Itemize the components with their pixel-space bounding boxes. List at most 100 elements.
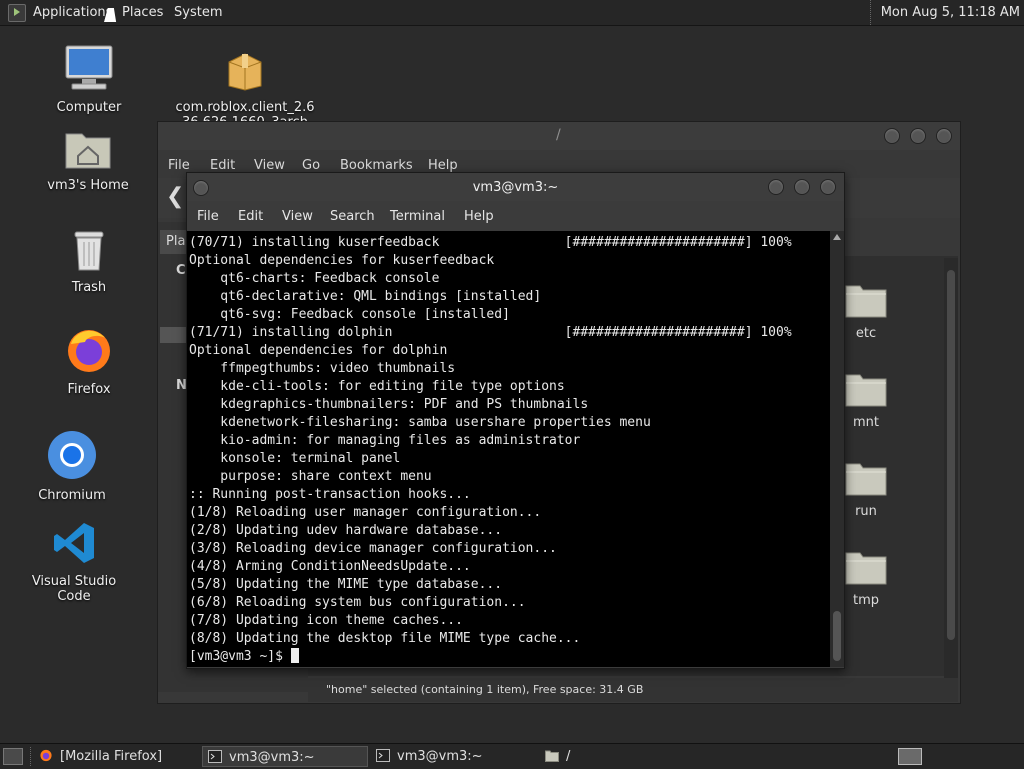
- package-icon: [228, 53, 262, 91]
- task-terminal-2[interactable]: vm3@vm3:~: [371, 746, 537, 767]
- terminal-line: (3/8) Reloading device manager configura…: [189, 541, 557, 556]
- task-firefox[interactable]: [Mozilla Firefox]: [34, 746, 198, 767]
- system-menu[interactable]: System: [174, 0, 222, 25]
- maximize-button[interactable]: [794, 179, 810, 195]
- sidebar-heading: C: [176, 263, 186, 278]
- desktop-icon-label: Visual Studio Code: [31, 574, 117, 604]
- terminal-text: (70/71) installing kuserfeedback [######…: [187, 231, 830, 666]
- menu-edit[interactable]: Edit: [238, 209, 263, 224]
- desktop-icon-roblox-package[interactable]: com.roblox.client_2.636.626.1660_3arch: [175, 50, 315, 122]
- minimize-button[interactable]: [768, 179, 784, 195]
- task-label: /: [566, 749, 571, 764]
- terminal-line: konsole: terminal panel: [189, 451, 401, 466]
- applications-menu[interactable]: Applications: [33, 0, 112, 25]
- scrollbar-thumb[interactable]: [947, 270, 955, 640]
- terminal-line: purpose: share context menu: [189, 469, 432, 484]
- terminal-scrollbar[interactable]: [830, 231, 844, 667]
- folder-icon: [845, 552, 887, 585]
- taskbar: [Mozilla Firefox] vm3@vm3:~ vm3@vm3:~ /: [0, 743, 1024, 769]
- terminal-line: kdegraphics-thumbnailers: PDF and PS thu…: [189, 397, 589, 412]
- desktop-icon-computer[interactable]: Computer: [44, 44, 134, 115]
- terminal-line: (6/8) Reloading system bus configuration…: [189, 595, 526, 610]
- text-cursor: [290, 648, 299, 663]
- desktop-icon-label: Computer: [56, 100, 122, 115]
- desktop-icon-trash[interactable]: Trash: [54, 228, 124, 295]
- computer-icon: [65, 45, 113, 90]
- firefox-icon: [68, 330, 110, 372]
- terminal-line: (70/71) installing kuserfeedback [######…: [189, 235, 792, 250]
- desktop-icon-label: vm3's Home: [47, 178, 129, 193]
- terminal-line: (5/8) Updating the MIME type database...: [189, 577, 503, 592]
- task-terminal-1[interactable]: vm3@vm3:~: [202, 746, 368, 767]
- terminal-line: qt6-charts: Feedback console: [189, 271, 440, 286]
- terminal-prompt: [vm3@vm3 ~]$: [189, 649, 291, 664]
- task-label: vm3@vm3:~: [229, 750, 315, 765]
- maximize-button[interactable]: [910, 128, 926, 144]
- menu-bookmarks[interactable]: Bookmarks: [340, 158, 413, 173]
- task-label: [Mozilla Firefox]: [60, 749, 163, 764]
- terminal-line: kde-cli-tools: for editing file type opt…: [189, 379, 565, 394]
- close-button[interactable]: [936, 128, 952, 144]
- terminal-line: :: Running post-transaction hooks...: [189, 487, 471, 502]
- terminal-line: (1/8) Reloading user manager configurati…: [189, 505, 542, 520]
- folder-icon: [845, 463, 887, 496]
- scrollbar-thumb[interactable]: [833, 611, 841, 661]
- terminal-line: (2/8) Updating udev hardware database...: [189, 523, 503, 538]
- menu-view[interactable]: View: [282, 209, 313, 224]
- task-label: vm3@vm3:~: [397, 749, 483, 764]
- close-button[interactable]: [820, 179, 836, 195]
- desktop-icon-firefox[interactable]: Firefox: [54, 326, 124, 397]
- back-arrow-icon[interactable]: ❮: [166, 184, 184, 209]
- terminal-line: (4/8) Arming ConditionNeedsUpdate...: [189, 559, 471, 574]
- desktop-icon-label: Chromium: [38, 488, 106, 503]
- terminal-icon: [376, 749, 390, 762]
- taskbar-separator: [30, 747, 32, 766]
- status-bar: "home" selected (containing 1 item), Fre…: [308, 678, 958, 702]
- scroll-up-icon[interactable]: [833, 234, 841, 240]
- terminal-line: qt6-declarative: QML bindings [installed…: [189, 289, 542, 304]
- terminal-window[interactable]: vm3@vm3:~ File Edit View Search Terminal…: [186, 172, 845, 669]
- menu-help[interactable]: Help: [428, 158, 458, 173]
- folder-item-tmp[interactable]: tmp: [845, 549, 901, 608]
- menu-view[interactable]: View: [254, 158, 285, 173]
- task-file-manager[interactable]: /: [540, 746, 704, 767]
- folder-icon: [545, 750, 559, 762]
- folder-item-run[interactable]: run: [845, 460, 901, 519]
- applications-icon[interactable]: [8, 4, 26, 22]
- terminal-menubar: File Edit View Search Terminal Help: [187, 203, 844, 229]
- terminal-output[interactable]: (70/71) installing kuserfeedback [######…: [187, 231, 830, 667]
- clock[interactable]: Mon Aug 5, 11:18 AM: [869, 0, 1020, 25]
- desktop-icon-label: com.roblox.client_2.636.626.1660_3arch: [175, 100, 315, 122]
- menu-help[interactable]: Help: [464, 209, 494, 224]
- desktop-icon-chromium[interactable]: Chromium: [30, 430, 114, 503]
- menu-search[interactable]: Search: [330, 209, 375, 224]
- terminal-line: Optional dependencies for dolphin: [189, 343, 448, 358]
- home-folder-icon: [65, 133, 111, 169]
- desktop-icon-vscode[interactable]: Visual Studio Code: [14, 520, 134, 604]
- menu-file[interactable]: File: [197, 209, 219, 224]
- terminal-titlebar[interactable]: vm3@vm3:~: [187, 173, 844, 201]
- desktop-icon-home[interactable]: vm3's Home: [38, 128, 138, 193]
- window-title: vm3@vm3:~: [472, 180, 559, 195]
- terminal-line: (8/8) Updating the desktop file MIME typ…: [189, 631, 581, 646]
- terminal-icon: [208, 750, 222, 763]
- menu-go[interactable]: Go: [302, 158, 320, 173]
- folder-item-mnt[interactable]: mnt: [845, 371, 901, 430]
- places-menu[interactable]: Places: [122, 0, 163, 25]
- terminal-line: kdenetwork-filesharing: samba usershare …: [189, 415, 651, 430]
- firefox-icon: [40, 749, 52, 762]
- file-manager-titlebar[interactable]: /: [158, 122, 960, 150]
- show-desktop-icon[interactable]: [3, 748, 23, 765]
- menu-terminal[interactable]: Terminal: [390, 209, 445, 224]
- workspace-switcher[interactable]: [898, 748, 922, 765]
- top-panel: Applications Places System Mon Aug 5, 11…: [0, 0, 1024, 26]
- menu-file[interactable]: File: [168, 158, 190, 173]
- terminal-line: (71/71) installing dolphin [############…: [189, 325, 792, 340]
- terminal-line: kio-admin: for managing files as adminis…: [189, 433, 581, 448]
- terminal-line: qt6-svg: Feedback console [installed]: [189, 307, 510, 322]
- chromium-icon: [48, 431, 96, 479]
- vscode-icon: [54, 523, 94, 563]
- menu-edit[interactable]: Edit: [210, 158, 235, 173]
- minimize-button[interactable]: [884, 128, 900, 144]
- folder-item-etc[interactable]: etc: [845, 282, 901, 341]
